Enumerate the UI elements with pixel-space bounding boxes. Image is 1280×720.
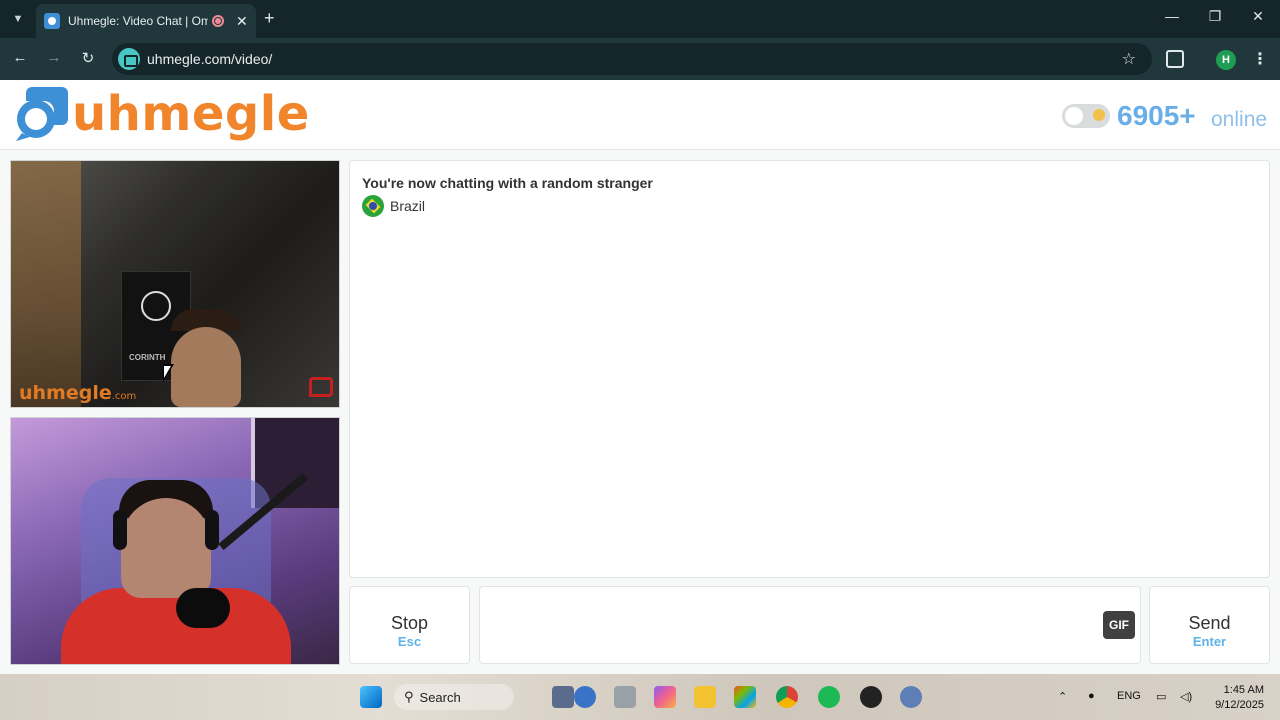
search-icon: ⚲	[404, 689, 414, 704]
url-text[interactable]: uhmegle.com/video/	[147, 51, 272, 67]
reload-button[interactable]: ↻	[78, 49, 98, 67]
team-crest	[141, 291, 171, 321]
browser-tab-bar: ▼ Uhmegle: Video Chat | Ome ✕ + — ❐ ✕	[0, 0, 1280, 38]
stop-shortcut: Esc	[397, 634, 422, 649]
back-button[interactable]: ←	[10, 49, 30, 66]
tab-title: Uhmegle: Video Chat | Ome	[68, 14, 208, 28]
windows-taskbar: ⚲ Search ⌃ ● ENG ▭ ◁) 1:45 AM 9/12/2025	[0, 674, 1280, 720]
chat-status-message: You're now chatting with a random strang…	[362, 175, 653, 191]
send-shortcut: Enter	[1192, 634, 1227, 649]
close-tab-icon[interactable]: ✕	[236, 13, 248, 30]
maximize-button[interactable]: ❐	[1205, 8, 1225, 25]
browser-tab[interactable]: Uhmegle: Video Chat | Ome ✕	[36, 4, 256, 38]
bookmark-star-icon[interactable]: ☆	[1122, 49, 1136, 69]
logo-text[interactable]: uhmegle	[72, 86, 310, 142]
online-count: 6905+	[1117, 100, 1196, 131]
file-explorer-icon[interactable]	[694, 686, 716, 708]
address-bar[interactable]: uhmegle.com/video/ ☆	[112, 43, 1152, 75]
chevron-up-icon[interactable]: ⌃	[1058, 690, 1067, 703]
game-controller-icon[interactable]	[552, 686, 574, 708]
stranger-country: Brazil	[362, 195, 425, 217]
stop-button[interactable]: Stop Esc	[349, 586, 470, 664]
browser-menu-icon[interactable]: ⋮	[1252, 49, 1268, 69]
obs-icon[interactable]	[860, 686, 882, 708]
language-indicator[interactable]: ENG	[1117, 690, 1141, 702]
close-window-button[interactable]: ✕	[1248, 8, 1268, 25]
file-manager-icon[interactable]	[614, 686, 636, 708]
windows-start-icon[interactable]	[360, 686, 382, 708]
headset-left	[113, 510, 127, 550]
self-video	[10, 417, 340, 665]
microsoft-store-icon[interactable]	[734, 686, 756, 708]
extensions-icon[interactable]	[1166, 50, 1184, 68]
stop-label: Stop	[390, 613, 429, 633]
send-label: Send	[1188, 613, 1231, 633]
uhmegle-logo-icon[interactable]	[12, 87, 68, 141]
headset-right	[205, 510, 219, 550]
self-face	[121, 498, 211, 598]
online-label: online	[1211, 108, 1268, 131]
microphone-icon[interactable]: ●	[1088, 690, 1095, 702]
flag-text: CORINTH	[129, 353, 166, 362]
new-tab-button[interactable]: +	[264, 8, 275, 29]
tab-search-icon[interactable]: ▼	[6, 7, 30, 31]
chrome-icon[interactable]	[776, 686, 798, 708]
date: 9/12/2025	[1215, 699, 1264, 711]
theme-toggle[interactable]	[1062, 104, 1110, 128]
video-watermark: uhmegle.com	[19, 382, 137, 404]
minimize-button[interactable]: —	[1162, 8, 1182, 24]
copilot-icon[interactable]	[574, 686, 596, 708]
uhmegle-favicon-icon	[44, 13, 60, 29]
brazil-flag-icon	[362, 195, 384, 217]
microphone	[176, 588, 230, 628]
recording-icon	[212, 15, 224, 27]
spotify-icon[interactable]	[818, 686, 840, 708]
gif-button[interactable]: GIF	[1103, 611, 1135, 639]
send-button[interactable]: Send Enter	[1149, 586, 1270, 664]
page: uhmegle 6905+ online CORINTH uhmegle.com…	[0, 80, 1280, 674]
stranger-video: CORINTH uhmegle.com	[10, 160, 340, 408]
chat-log[interactable]: You're now chatting with a random strang…	[349, 160, 1270, 578]
report-flag-icon[interactable]	[309, 377, 333, 397]
profile-avatar[interactable]: H	[1216, 50, 1236, 70]
volume-icon[interactable]: ◁)	[1180, 690, 1192, 703]
settings-gear-icon[interactable]	[900, 686, 922, 708]
self-shirt	[61, 588, 291, 664]
message-input[interactable]: GIF	[479, 586, 1141, 664]
stranger-face	[171, 327, 241, 407]
country-name: Brazil	[390, 198, 426, 214]
time: 1:45 AM	[1223, 684, 1264, 696]
site-info-icon[interactable]	[118, 48, 140, 70]
forward-button[interactable]: →	[44, 49, 64, 66]
site-header: uhmegle 6905+ online	[0, 80, 1280, 150]
taskbar-search-label: Search	[419, 689, 461, 705]
clock[interactable]: 1:45 AM 9/12/2025	[1208, 683, 1264, 713]
shelf-background	[11, 161, 81, 407]
taskbar-search[interactable]: ⚲ Search	[394, 684, 514, 710]
network-icon[interactable]: ▭	[1156, 690, 1166, 703]
browser-toolbar: ← → ↻ uhmegle.com/video/ ☆	[0, 38, 1280, 80]
mouse-cursor-icon	[163, 364, 174, 382]
paint-app-icon[interactable]	[654, 686, 676, 708]
